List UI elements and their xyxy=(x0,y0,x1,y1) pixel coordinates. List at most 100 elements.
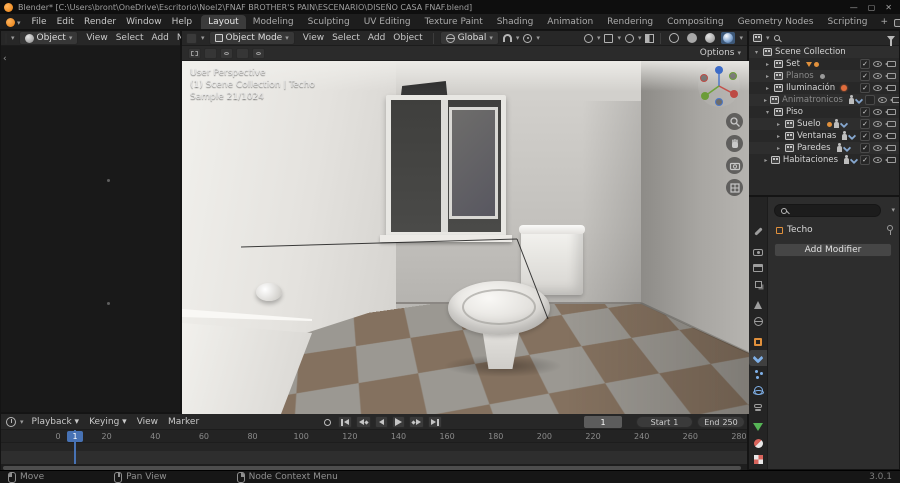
outliner-row-iluminación[interactable]: ▸ Iluminación ✓ xyxy=(749,82,899,94)
properties-editor[interactable]: ▾ Techo Add Modifier xyxy=(748,196,900,470)
menu-help[interactable]: Help xyxy=(167,15,198,29)
app-menu-button[interactable]: ▾ xyxy=(0,18,27,29)
properties-tab-render[interactable] xyxy=(749,244,767,260)
timeline-menu-view[interactable]: View xyxy=(133,416,162,428)
transform-orientation-dropdown[interactable]: Global ▾ xyxy=(439,31,499,45)
disable-render-icon[interactable] xyxy=(889,97,899,103)
zoom-button[interactable] xyxy=(726,113,743,130)
expand-arrow-icon[interactable]: ▸ xyxy=(764,157,768,164)
auto-keying-toggle[interactable] xyxy=(321,416,334,428)
timeline-menu-keying[interactable]: Keying ▾ xyxy=(85,416,131,428)
exclude-checkbox[interactable]: ✓ xyxy=(860,119,870,129)
chevron-down-icon[interactable]: ▾ xyxy=(891,206,895,214)
exclude-checkbox[interactable]: ✓ xyxy=(860,83,870,93)
workspace-tab-compositing[interactable]: Compositing xyxy=(660,15,730,29)
shader-canvas[interactable]: ‹ xyxy=(1,46,180,412)
proportional-editing-icon[interactable] xyxy=(523,33,533,43)
disable-render-icon[interactable] xyxy=(885,61,896,67)
disable-render-icon[interactable] xyxy=(885,121,896,127)
properties-tab-modifiers[interactable] xyxy=(749,350,767,366)
workspace-tab-animation[interactable]: Animation xyxy=(540,15,600,29)
hide-viewport-icon[interactable] xyxy=(873,85,882,91)
options-dropdown[interactable]: Options ▾ xyxy=(700,48,741,58)
hide-viewport-icon[interactable] xyxy=(873,121,882,127)
overlays-toggle-icon[interactable] xyxy=(624,33,634,43)
add-modifier-button[interactable]: Add Modifier xyxy=(774,243,892,257)
timeline-menu-marker[interactable]: Marker xyxy=(164,416,203,428)
menu-window[interactable]: Window xyxy=(121,15,167,29)
exclude-checkbox[interactable]: ✓ xyxy=(860,143,870,153)
tool-mode-extend-button[interactable] xyxy=(220,47,233,59)
minimize-button[interactable]: — xyxy=(850,3,858,12)
properties-tab-texture[interactable] xyxy=(749,451,767,467)
properties-tab-scene[interactable] xyxy=(749,297,767,313)
exclude-checkbox[interactable] xyxy=(864,95,875,105)
expand-arrow-icon[interactable]: ▸ xyxy=(775,133,782,140)
disable-render-icon[interactable] xyxy=(885,85,896,91)
expand-arrow-icon[interactable]: ▸ xyxy=(764,73,771,80)
expand-arrow-icon[interactable]: ▸ xyxy=(764,97,767,104)
workspace-tab-layout[interactable]: Layout xyxy=(201,15,246,29)
tool-mode-new-button[interactable] xyxy=(204,47,217,59)
outliner-row-paredes[interactable]: ▸ Paredes ✓ xyxy=(749,142,899,154)
jump-to-end-button[interactable] xyxy=(428,416,442,428)
outliner-editor[interactable]: ▾ ▾ Scene Collection ▸ Set ✓ ▸ Planos ✓ ▸ Ilumina… xyxy=(748,30,900,196)
hide-viewport-icon[interactable] xyxy=(873,133,882,139)
viewport-menu-add[interactable]: Add xyxy=(364,32,389,44)
properties-tab-world[interactable] xyxy=(749,313,767,329)
timeline-menu-playback[interactable]: Playback ▾ xyxy=(28,416,84,428)
shader-editor[interactable]: ▾ Object ▾ ViewSelectAddNode ‹ xyxy=(0,30,200,413)
properties-tab-physics[interactable] xyxy=(749,382,767,398)
outliner-row-scene-collection[interactable]: ▾ Scene Collection xyxy=(749,46,899,58)
gizmos-toggle-icon[interactable] xyxy=(604,33,614,43)
display-mode-icon[interactable] xyxy=(753,34,762,42)
expand-arrow-icon[interactable]: ▾ xyxy=(753,49,760,56)
properties-tab-output[interactable] xyxy=(749,260,767,276)
editor-type-icon[interactable] xyxy=(5,32,7,44)
menu-edit[interactable]: Edit xyxy=(52,15,79,29)
hide-viewport-icon[interactable] xyxy=(873,61,882,67)
viewport-canvas[interactable]: User Perspective (1) Scene Collection | … xyxy=(182,61,749,414)
disable-render-icon[interactable] xyxy=(885,73,896,79)
workspace-tab-shading[interactable]: Shading xyxy=(490,15,541,29)
shader-menu-select[interactable]: Select xyxy=(112,32,148,44)
editor-type-icon[interactable] xyxy=(186,32,197,44)
exclude-checkbox[interactable]: ✓ xyxy=(860,71,870,81)
properties-tab-object[interactable] xyxy=(749,334,767,350)
xray-toggle-icon[interactable] xyxy=(645,33,655,43)
hide-viewport-icon[interactable] xyxy=(873,157,882,163)
workspace-tab-modeling[interactable]: Modeling xyxy=(246,15,301,29)
properties-search-input[interactable] xyxy=(774,204,881,217)
add-workspace-button[interactable]: + xyxy=(875,15,895,29)
menu-file[interactable]: File xyxy=(27,15,52,29)
expand-arrow-icon[interactable]: ▸ xyxy=(764,61,771,68)
filter-icon[interactable] xyxy=(887,35,895,46)
outliner-row-ventanas[interactable]: ▸ Ventanas ✓ xyxy=(749,130,899,142)
hide-viewport-icon[interactable] xyxy=(873,145,882,151)
shader-menu-view[interactable]: View xyxy=(82,32,111,44)
shading-solid-button[interactable] xyxy=(685,32,699,44)
editor-type-icon[interactable] xyxy=(6,416,16,427)
toggle-perspective-button[interactable] xyxy=(726,179,743,196)
pan-hand-button[interactable] xyxy=(726,135,743,152)
workspace-tab-scripting[interactable]: Scripting xyxy=(820,15,874,29)
expand-arrow-icon[interactable]: ▸ xyxy=(775,121,782,128)
outliner-row-animatronicos[interactable]: ▸ Animatronicos xyxy=(749,94,899,106)
disable-render-icon[interactable] xyxy=(885,145,896,151)
shader-type-dropdown[interactable]: Object ▾ xyxy=(18,31,79,45)
properties-tab-data[interactable] xyxy=(749,419,767,435)
shader-menu-add[interactable]: Add xyxy=(147,32,172,44)
expand-arrow-icon[interactable]: ▾ xyxy=(764,109,771,116)
outliner-row-piso[interactable]: ▾ Piso ✓ xyxy=(749,106,899,118)
properties-tab-particles[interactable] xyxy=(749,366,767,382)
close-button[interactable]: ✕ xyxy=(885,3,892,12)
expand-arrow-icon[interactable]: ▸ xyxy=(775,145,782,152)
disable-render-icon[interactable] xyxy=(885,157,896,163)
pin-icon[interactable] xyxy=(887,225,893,235)
hide-viewport-icon[interactable] xyxy=(873,109,882,115)
snap-magnet-icon[interactable] xyxy=(502,34,512,42)
exclude-checkbox[interactable]: ✓ xyxy=(860,59,870,69)
timeline-ruler[interactable]: 0 20 40 60 80 100 120 140 160 180 200 220 240 260 280 xyxy=(1,430,747,443)
timeline-editor[interactable]: ▾ Playback ▾ Keying ▾ View Marker 1 Start 1… xyxy=(0,413,748,471)
mode-dropdown[interactable]: Object Mode ▾ xyxy=(208,31,295,45)
